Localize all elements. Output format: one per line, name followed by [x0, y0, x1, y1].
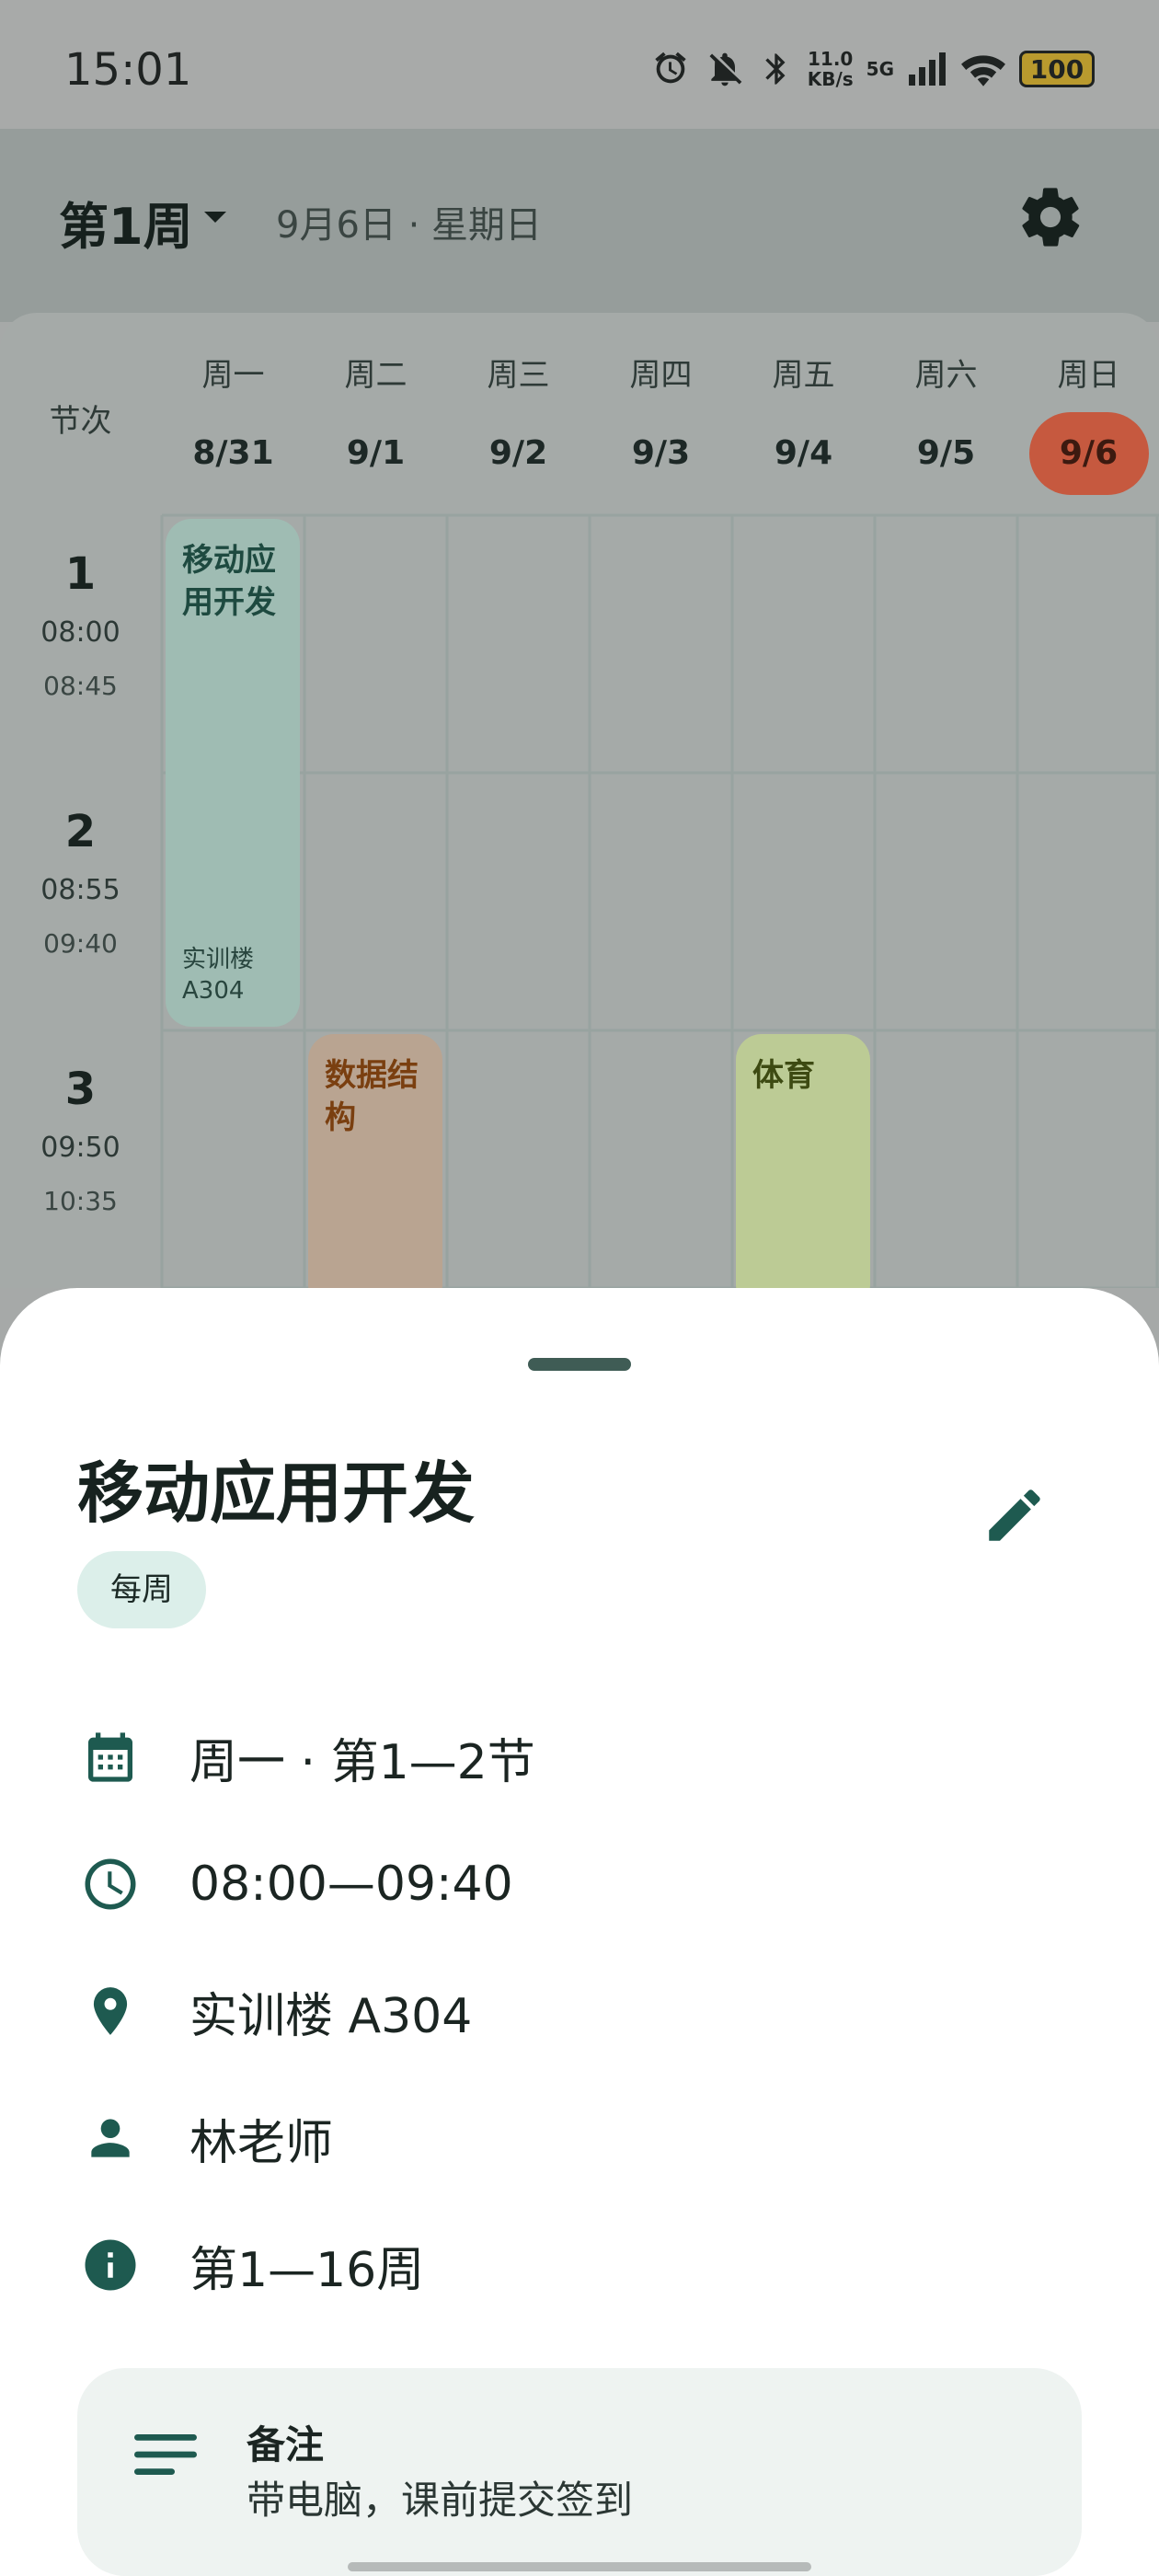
- net-speed: 11.0 KB/s: [808, 49, 854, 89]
- app-header: 第1周 9月6日 · 星期日: [0, 129, 1159, 322]
- status-bar: 15:01 11.0 KB/s 5G 100: [0, 0, 1159, 129]
- period-end: 08:45: [43, 671, 118, 701]
- course-name-line: 体育: [752, 1057, 815, 1094]
- course-location-line: A304: [182, 977, 245, 1005]
- teacher-text: 林老师: [189, 2115, 334, 2171]
- gear-icon[interactable]: [1016, 182, 1085, 256]
- course-title: 移动应用开发: [77, 1455, 476, 1532]
- day-date: 9/3: [631, 434, 691, 472]
- location-pin-icon: [77, 1979, 143, 2043]
- period-number: 1: [64, 548, 97, 600]
- period-number: 3: [64, 1064, 97, 1115]
- course-name: 数据结 构: [325, 1054, 426, 1139]
- period-column-label: 节次: [49, 403, 112, 440]
- location-row: 实训楼 A304: [77, 1974, 472, 2048]
- timetable: 节次 周一 8/31 周二 9/1 周三 9/2 周四 9/3 周五 9/4 周…: [0, 313, 1159, 1288]
- note-body: 带电脑，课前提交签到: [247, 2478, 634, 2523]
- course-name-line: 用开发: [182, 584, 276, 621]
- course-location: 实训楼 A304: [182, 944, 254, 1006]
- net-speed-unit: KB/s: [807, 68, 854, 90]
- day-header-tue[interactable]: 周二 9/1: [304, 350, 447, 495]
- week-selector[interactable]: 第1周: [59, 186, 193, 259]
- course-card-pe[interactable]: 体育: [736, 1034, 870, 1288]
- course-name-line: 移动应: [182, 542, 276, 579]
- day-header-sat[interactable]: 周六 9/5: [875, 350, 1017, 495]
- alarm-icon: [649, 48, 692, 90]
- period-end: 10:35: [43, 1186, 118, 1216]
- period-start: 09:50: [40, 1132, 120, 1164]
- weeks-row: 第1—16周: [77, 2228, 424, 2302]
- day-header-wed[interactable]: 周三 9/2: [447, 350, 590, 495]
- course-name: 移动应 用开发: [182, 539, 283, 624]
- status-icons: 11.0 KB/s 5G 100: [649, 46, 1095, 92]
- day-name: 周二: [344, 357, 407, 394]
- day-date: 9/4: [774, 434, 833, 472]
- day-date: 8/31: [192, 434, 274, 472]
- course-name-line: 数据结: [325, 1057, 419, 1094]
- day-name: 周三: [487, 357, 550, 394]
- calendar-icon: [77, 1726, 143, 1788]
- period-start: 08:55: [40, 874, 120, 906]
- schedule-text: 周一 · 第1—2节: [189, 1734, 535, 1790]
- course-card-data-structures[interactable]: 数据结 构: [308, 1034, 442, 1288]
- bell-off-icon: [705, 49, 745, 89]
- note-card[interactable]: 备注 带电脑，课前提交签到: [77, 2368, 1082, 2576]
- period-1: 1 08:00 08:45: [0, 548, 161, 701]
- day-date: 9/2: [488, 434, 548, 472]
- period-end: 09:40: [43, 928, 118, 959]
- day-header-thu[interactable]: 周四 9/3: [590, 350, 732, 495]
- day-name: 周一: [201, 357, 265, 394]
- location-text: 实训楼 A304: [189, 1988, 473, 2044]
- course-name: 体育: [752, 1054, 854, 1097]
- wifi-icon: [960, 50, 1006, 88]
- edit-pencil-icon[interactable]: [981, 1481, 1049, 1553]
- course-location-line: 实训楼: [182, 946, 255, 973]
- today-date-badge: 9/6: [1028, 412, 1149, 495]
- period-start: 08:00: [40, 616, 120, 649]
- period-3: 3 09:50 10:35: [0, 1064, 161, 1216]
- frequency-chip: 每周: [77, 1551, 206, 1628]
- course-card-mobile-dev[interactable]: 移动应 用开发 实训楼 A304: [166, 519, 300, 1027]
- network-type: 5G: [866, 58, 894, 80]
- battery-icon: 100: [1019, 51, 1095, 87]
- day-name: 周四: [629, 357, 693, 394]
- course-name-line: 构: [325, 1099, 356, 1136]
- day-date: 9/1: [346, 434, 406, 472]
- day-name: 周六: [914, 357, 978, 394]
- info-icon: [77, 2235, 143, 2295]
- time-row: 08:00—09:40: [77, 1847, 513, 1921]
- notes-lines-icon: [134, 2431, 197, 2482]
- day-header-mon[interactable]: 周一 8/31: [162, 350, 304, 495]
- dropdown-arrow-icon[interactable]: [202, 210, 228, 230]
- person-icon: [77, 2110, 143, 2167]
- time-range-text: 08:00—09:40: [189, 1857, 513, 1912]
- course-detail-sheet: 移动应用开发 每周 周一 · 第1—2节 08:00—09:40 实训楼 A30…: [0, 1288, 1159, 2576]
- schedule-row: 周一 · 第1—2节: [77, 1720, 535, 1794]
- day-name: 周五: [772, 357, 835, 394]
- home-indicator[interactable]: [348, 2562, 811, 2571]
- period-2: 2 08:55 09:40: [0, 806, 161, 959]
- teacher-row: 林老师: [77, 2101, 333, 2175]
- current-date: 9月6日 · 星期日: [276, 204, 543, 247]
- net-speed-value: 11.0: [808, 48, 854, 70]
- clock-icon: [77, 1854, 143, 1915]
- status-time: 15:01: [64, 44, 192, 96]
- signal-icon: [907, 51, 947, 87]
- bluetooth-icon: [758, 48, 795, 90]
- drag-handle[interactable]: [528, 1358, 631, 1371]
- weeks-text: 第1—16周: [189, 2242, 425, 2298]
- period-number: 2: [64, 806, 97, 857]
- day-name: 周日: [1057, 357, 1120, 394]
- day-header-sun[interactable]: 周日 9/6: [1017, 350, 1159, 495]
- note-title: 备注: [247, 2422, 325, 2467]
- day-header-fri[interactable]: 周五 9/4: [732, 350, 875, 495]
- day-date: 9/5: [916, 434, 976, 472]
